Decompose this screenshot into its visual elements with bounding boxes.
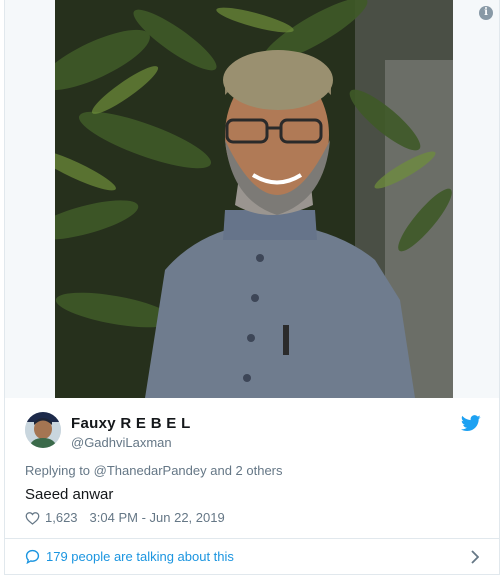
tweet-text: Saeed anwar (25, 486, 114, 503)
tweet-media[interactable]: i (5, 0, 499, 398)
tweet-timestamp[interactable]: 3:04 PM - Jun 22, 2019 (90, 510, 225, 525)
reply-context: Replying to @ThanedarPandey and 2 others (25, 463, 283, 478)
conversation-link[interactable]: 179 people are talking about this (25, 549, 234, 564)
like-count[interactable]: 1,623 (45, 510, 78, 525)
tweet-photo[interactable] (55, 0, 453, 398)
heart-icon[interactable] (25, 511, 40, 525)
info-icon[interactable]: i (479, 6, 493, 20)
divider (5, 538, 499, 539)
embedded-tweet-card: i Fauxy R E B E L @GadhviLaxman Replying… (4, 0, 500, 575)
avatar-image (25, 412, 61, 448)
chevron-right-icon[interactable] (471, 550, 479, 564)
avatar[interactable] (25, 412, 61, 448)
comment-bubble-icon (25, 549, 40, 564)
user-handle[interactable]: @GadhviLaxman (71, 435, 191, 450)
tweet-header: Fauxy R E B E L @GadhviLaxman (25, 412, 485, 452)
author-names[interactable]: Fauxy R E B E L @GadhviLaxman (71, 415, 191, 450)
twitter-bird-icon[interactable] (461, 415, 481, 432)
conversation-text[interactable]: 179 people are talking about this (46, 549, 234, 564)
reply-mention-link[interactable]: @ThanedarPandey (94, 463, 207, 478)
man-portrait-image (55, 0, 453, 398)
display-name[interactable]: Fauxy R E B E L (71, 415, 191, 432)
reply-prefix: Replying to (25, 463, 91, 478)
reply-suffix-link[interactable]: and 2 others (210, 463, 282, 478)
tweet-meta: 1,623 3:04 PM - Jun 22, 2019 (25, 510, 225, 525)
